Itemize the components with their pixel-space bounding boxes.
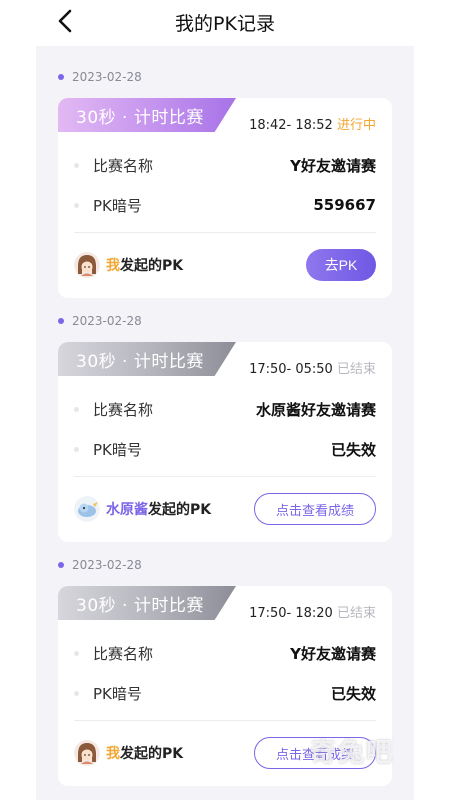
initiator-text: 我发起的PK — [106, 255, 306, 275]
blue-bird-avatar-icon — [74, 496, 100, 522]
bullet-dot — [74, 202, 79, 208]
page-title: 我的PK记录 — [175, 13, 275, 35]
status-badge: 已结束 — [336, 362, 376, 377]
initiator-name: 我 — [106, 746, 120, 762]
record-date: 2023-02-28 — [58, 314, 142, 328]
time-text: 18:42- 18:52 — [249, 118, 333, 133]
pk-record-card: 30秒 · 计时比赛 18:42- 18:52 进行中 比赛名称 Y好友邀请赛 … — [58, 98, 392, 298]
pk-code-label: PK暗号 — [93, 684, 142, 703]
match-name-row: 比赛名称 Y好友邀请赛 — [74, 154, 376, 176]
initiator-text: 我发起的PK — [106, 743, 254, 763]
timeline-dot — [58, 318, 64, 324]
match-name-label: 比赛名称 — [93, 400, 154, 419]
match-name-row: 比赛名称 水原酱好友邀请赛 — [74, 398, 376, 420]
timeline-dot — [58, 562, 64, 568]
go-pk-button[interactable]: 去PK — [306, 249, 376, 281]
divider — [74, 232, 376, 233]
record-list: 2023-02-28 30秒 · 计时比赛 18:42- 18:52 进行中 比… — [36, 46, 414, 800]
bullet-dot — [74, 406, 79, 412]
bullet-dot — [74, 446, 79, 452]
match-name-label: 比赛名称 — [93, 156, 154, 175]
card-footer: 我发起的PK 去PK — [74, 248, 376, 282]
match-name-row: 比赛名称 Y好友邀请赛 — [74, 642, 376, 664]
girl-avatar-icon — [74, 252, 100, 278]
initiator-suffix: 发起的PK — [148, 502, 212, 518]
match-name-value: 水原酱好友邀请赛 — [255, 400, 376, 419]
pk-code-label: PK暗号 — [93, 196, 142, 215]
initiator-suffix: 发起的PK — [120, 746, 184, 762]
match-type-tag: 30秒 · 计时比赛 — [58, 586, 236, 620]
record-date: 2023-02-28 — [58, 70, 142, 84]
bullet-dot — [74, 162, 79, 168]
timeline-dot — [58, 74, 64, 80]
initiator-suffix: 发起的PK — [120, 258, 184, 274]
pk-code-row: PK暗号 已失效 — [74, 682, 376, 704]
status-badge: 进行中 — [336, 118, 376, 133]
match-name-value: Y好友邀请赛 — [290, 644, 376, 663]
watermark-logo: 奇兔吧 — [310, 738, 395, 768]
pk-code-label: PK暗号 — [93, 440, 142, 459]
divider — [74, 720, 376, 721]
time-range: 17:50- 18:20 已结束 — [249, 602, 376, 621]
initiator-name: 水原酱 — [106, 502, 148, 518]
date-text: 2023-02-28 — [72, 558, 142, 572]
card-footer: 水原酱发起的PK 点击查看成绩 — [74, 492, 376, 526]
date-text: 2023-02-28 — [72, 70, 142, 84]
time-text: 17:50- 05:50 — [249, 362, 333, 377]
bullet-dot — [74, 690, 79, 696]
match-type-tag: 30秒 · 计时比赛 — [58, 98, 236, 132]
pk-code-row: PK暗号 已失效 — [74, 438, 376, 460]
header-bar: 我的PK记录 — [0, 0, 450, 44]
match-name-value: Y好友邀请赛 — [290, 156, 376, 175]
time-range: 18:42- 18:52 进行中 — [249, 114, 376, 133]
pk-code-value: 已失效 — [330, 684, 376, 703]
pk-code-value: 已失效 — [330, 440, 376, 459]
pk-record-card: 30秒 · 计时比赛 17:50- 05:50 已结束 比赛名称 水原酱好友邀请… — [58, 342, 392, 542]
match-name-label: 比赛名称 — [93, 644, 154, 663]
pk-code-row: PK暗号 559667 — [74, 194, 376, 216]
record-date: 2023-02-28 — [58, 558, 142, 572]
divider — [74, 476, 376, 477]
view-results-button[interactable]: 点击查看成绩 — [254, 493, 376, 525]
time-text: 17:50- 18:20 — [249, 606, 333, 621]
time-range: 17:50- 05:50 已结束 — [249, 358, 376, 377]
girl-avatar-icon — [74, 740, 100, 766]
status-badge: 已结束 — [336, 606, 376, 621]
pk-code-value: 559667 — [313, 196, 376, 214]
match-type-tag: 30秒 · 计时比赛 — [58, 342, 236, 376]
bullet-dot — [74, 650, 79, 656]
initiator-name: 我 — [106, 258, 120, 274]
initiator-text: 水原酱发起的PK — [106, 499, 254, 519]
date-text: 2023-02-28 — [72, 314, 142, 328]
